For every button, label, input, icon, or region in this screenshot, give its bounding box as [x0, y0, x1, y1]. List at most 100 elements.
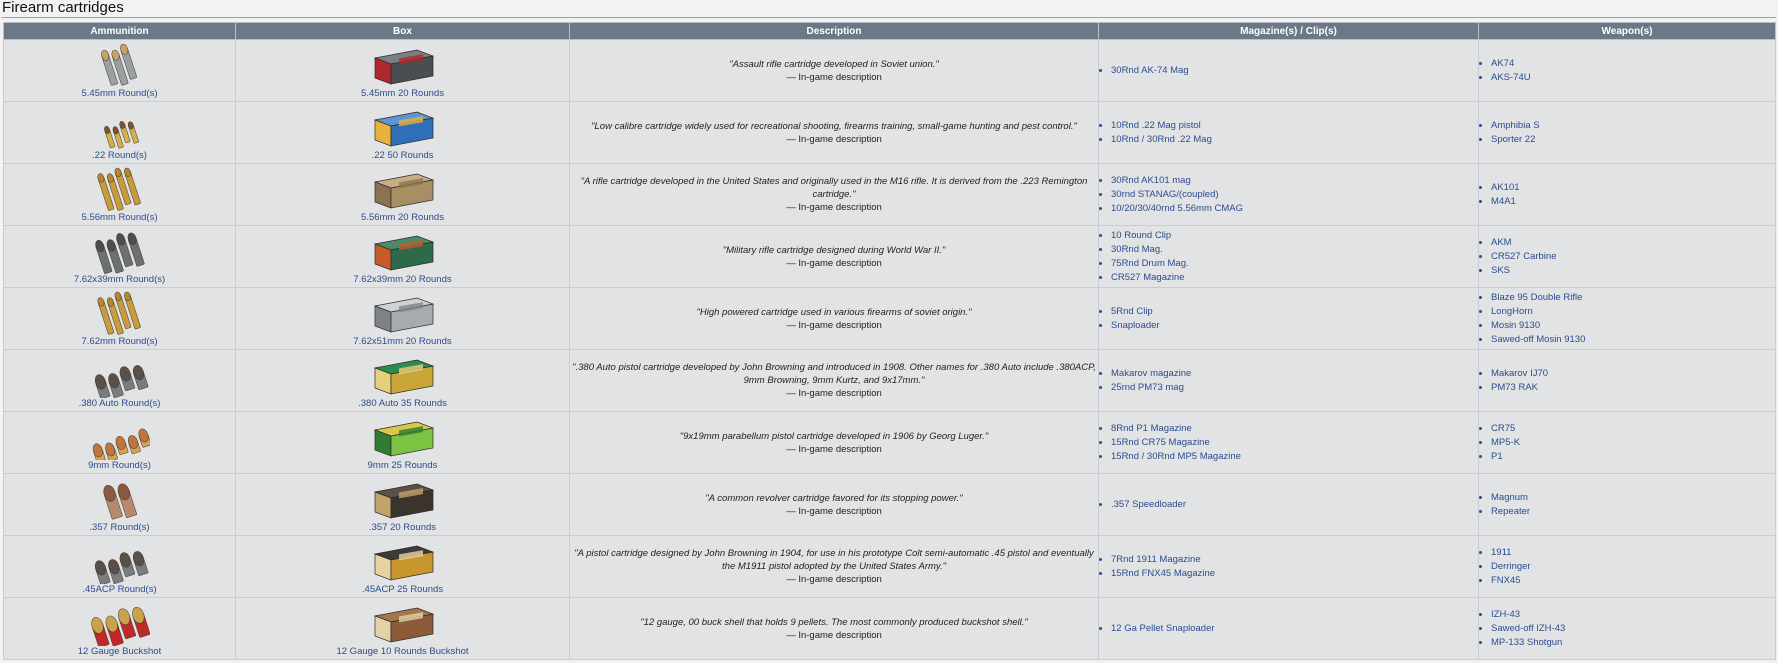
steel-rounds-icon[interactable] — [90, 42, 150, 88]
shotgun-shells-icon[interactable] — [90, 600, 150, 646]
magazine-link[interactable]: .357 Speedloader — [1111, 499, 1186, 510]
weapon-link[interactable]: Makarov IJ70 — [1491, 368, 1548, 379]
magazine-link[interactable]: 10Rnd / 30Rnd .22 Mag — [1111, 134, 1212, 145]
magazine-link[interactable]: 10Rnd .22 Mag pistol — [1111, 120, 1201, 131]
weapon-link[interactable]: Sporter 22 — [1491, 134, 1535, 145]
magazine-link[interactable]: 30Rnd AK101 mag — [1111, 175, 1191, 186]
list-item: AKM — [1491, 236, 1775, 250]
magazines-cell: 5Rnd Clip Snaploader — [1098, 287, 1479, 350]
magazine-link[interactable]: 10/20/30/40rnd 5.56mm CMAG — [1111, 203, 1243, 214]
magazine-list: 30Rnd AK101 mag 30rnd STANAG/(coupled) 10/… — [1099, 174, 1478, 216]
box-link[interactable]: .22 50 Rounds — [236, 151, 569, 161]
magazine-link[interactable]: Makarov magazine — [1111, 368, 1191, 379]
weapon-link[interactable]: AK74 — [1491, 58, 1514, 69]
ammo-box-cardboard-icon[interactable] — [367, 166, 439, 212]
box-link[interactable]: 7.62x51mm 20 Rounds — [236, 337, 569, 347]
ammo-box-red-icon[interactable] — [367, 42, 439, 88]
description-quote: "Assault rifle cartridge developed in So… — [729, 58, 939, 70]
ammunition-link[interactable]: 5.56mm Round(s) — [4, 213, 235, 223]
weapon-link[interactable]: FNX45 — [1491, 575, 1521, 586]
ammunition-link[interactable]: .380 Auto Round(s) — [4, 399, 235, 409]
weapon-link[interactable]: Sawed-off IZH-43 — [1491, 623, 1565, 634]
ammo-box-brown-icon[interactable] — [367, 600, 439, 646]
magazines-cell: 10 Round Clip 30Rnd Mag. 75Rnd Drum Mag. CR… — [1098, 225, 1479, 288]
ammo-box-dark-icon[interactable] — [367, 476, 439, 522]
magazine-link[interactable]: 5Rnd Clip — [1111, 306, 1153, 317]
weapon-link[interactable]: CR75 — [1491, 423, 1515, 434]
ammo-box-green-icon[interactable] — [367, 228, 439, 274]
box-link[interactable]: 12 Gauge 10 Rounds Buckshot — [236, 647, 569, 657]
weapon-link[interactable]: AK101 — [1491, 182, 1520, 193]
revolver-round-icon[interactable] — [90, 476, 150, 522]
weapon-link[interactable]: M4A1 — [1491, 196, 1516, 207]
weapon-link[interactable]: Derringer — [1491, 561, 1531, 572]
brass-rounds-icon[interactable] — [90, 290, 150, 336]
ammunition-link[interactable]: 7.62mm Round(s) — [4, 337, 235, 347]
weapon-link[interactable]: Mosin 9130 — [1491, 320, 1540, 331]
box-link[interactable]: .380 Auto 35 Rounds — [236, 399, 569, 409]
list-item: LongHorn — [1491, 305, 1775, 319]
ammo-box-yellow-icon[interactable] — [367, 352, 439, 398]
ammunition-link[interactable]: .357 Round(s) — [4, 523, 235, 533]
weapon-link[interactable]: SKS — [1491, 265, 1510, 276]
weapon-link[interactable]: 1911 — [1491, 547, 1511, 558]
ammo-box-lime-icon[interactable] — [367, 414, 439, 460]
list-item: AKS-74U — [1491, 71, 1775, 85]
list-item: 30rnd STANAG/(coupled) — [1111, 188, 1478, 202]
weapon-link[interactable]: Sawed-off Mosin 9130 — [1491, 334, 1585, 345]
ammo-box-silver-icon[interactable] — [367, 290, 439, 336]
weapon-link[interactable]: Magnum — [1491, 492, 1528, 503]
ammunition-link[interactable]: 9mm Round(s) — [4, 461, 235, 471]
table-row: .357 Round(s) .357 20 Rounds "A common rev… — [3, 473, 1776, 536]
weapon-link[interactable]: LongHorn — [1491, 306, 1533, 317]
brass-rounds-icon[interactable] — [90, 166, 150, 212]
magazine-link[interactable]: 25rnd PM73 mag — [1111, 382, 1184, 393]
box-link[interactable]: 5.56mm 20 Rounds — [236, 213, 569, 223]
ammunition-link[interactable]: .45ACP Round(s) — [4, 585, 235, 595]
ammunition-link[interactable]: .22 Round(s) — [4, 151, 235, 161]
list-item: 75Rnd Drum Mag. — [1111, 257, 1478, 271]
magazine-link[interactable]: 15Rnd FNX45 Magazine — [1111, 568, 1215, 579]
box-link[interactable]: .357 20 Rounds — [236, 523, 569, 533]
ammunition-link[interactable]: 7.62x39mm Round(s) — [4, 275, 235, 285]
magazine-link[interactable]: 10 Round Clip — [1111, 230, 1171, 241]
box-link[interactable]: 5.45mm 20 Rounds — [236, 89, 569, 99]
magazine-link[interactable]: 30Rnd Mag. — [1111, 244, 1163, 255]
ammo-box-gold-icon[interactable] — [367, 538, 439, 584]
box-link[interactable]: 9mm 25 Rounds — [236, 461, 569, 471]
ammo-box-blue-icon[interactable] — [367, 104, 439, 150]
magazine-link[interactable]: 8Rnd P1 Magazine — [1111, 423, 1192, 434]
weapon-link[interactable]: AKM — [1491, 237, 1512, 248]
magazine-link[interactable]: 30Rnd AK-74 Mag — [1111, 65, 1189, 76]
copper-rounds-icon[interactable] — [90, 414, 150, 460]
weapon-link[interactable]: PM73 RAK — [1491, 382, 1538, 393]
ammunition-link[interactable]: 5.45mm Round(s) — [4, 89, 235, 99]
small-rounds-icon[interactable] — [90, 104, 150, 150]
box-link[interactable]: .45ACP 25 Rounds — [236, 585, 569, 595]
magazine-link[interactable]: 7Rnd 1911 Magazine — [1111, 554, 1201, 565]
magazine-link[interactable]: CR527 Magazine — [1111, 272, 1184, 283]
title-divider — [2, 17, 1776, 18]
weapon-link[interactable]: Amphibia S — [1491, 120, 1540, 131]
pistol-rounds-icon[interactable] — [90, 352, 150, 398]
weapon-link[interactable]: CR527 Carbine — [1491, 251, 1556, 262]
table-row: .22 Round(s) .22 50 Rounds "Low calibre ca… — [3, 101, 1776, 164]
box-link[interactable]: 7.62x39mm 20 Rounds — [236, 275, 569, 285]
magazine-link[interactable]: 15Rnd / 30Rnd MP5 Magazine — [1111, 451, 1241, 462]
magazine-link[interactable]: 30rnd STANAG/(coupled) — [1111, 189, 1219, 200]
pistol-rounds-icon[interactable] — [90, 538, 150, 584]
magazine-link[interactable]: 12 Ga Pellet Snaploader — [1111, 623, 1215, 634]
weapon-link[interactable]: AKS-74U — [1491, 72, 1531, 83]
magazine-link[interactable]: 75Rnd Drum Mag. — [1111, 258, 1189, 269]
weapon-link[interactable]: IZH-43 — [1491, 609, 1520, 620]
weapon-link[interactable]: MP5-K — [1491, 437, 1520, 448]
ammunition-link[interactable]: 12 Gauge Buckshot — [4, 647, 235, 657]
weapon-link[interactable]: P1 — [1491, 451, 1503, 462]
ammunition-cell: .45ACP Round(s) — [3, 535, 236, 598]
weapon-link[interactable]: Repeater — [1491, 506, 1530, 517]
magazine-link[interactable]: 15Rnd CR75 Magazine — [1111, 437, 1210, 448]
grey-rounds-icon[interactable] — [90, 228, 150, 274]
weapon-link[interactable]: MP-133 Shotgun — [1491, 637, 1562, 648]
weapon-link[interactable]: Blaze 95 Double Rifle — [1491, 292, 1582, 303]
magazine-link[interactable]: Snaploader — [1111, 320, 1160, 331]
